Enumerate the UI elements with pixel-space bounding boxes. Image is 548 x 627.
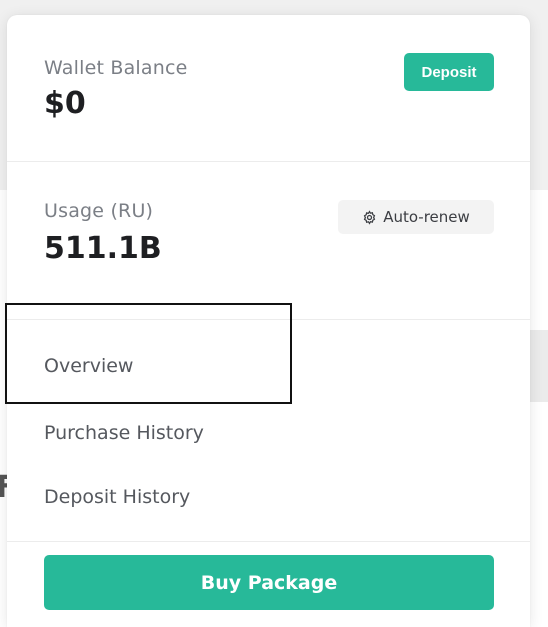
gear-icon bbox=[362, 209, 377, 225]
menu-item-purchase-history[interactable]: Purchase History bbox=[44, 422, 204, 444]
page: F Wallet Balance $0 Deposit Usage (RU) 5… bbox=[0, 0, 548, 627]
usage-label: Usage (RU) bbox=[44, 200, 154, 222]
auto-renew-button[interactable]: Auto-renew bbox=[338, 200, 494, 234]
wallet-balance-section: Wallet Balance $0 Deposit bbox=[7, 15, 530, 162]
usage-section: Usage (RU) 511.1B Auto-renew bbox=[7, 162, 530, 320]
menu-item-deposit-history[interactable]: Deposit History bbox=[44, 486, 190, 508]
wallet-nav-menu: Overview Purchase History Deposit Histor… bbox=[7, 320, 530, 542]
wallet-balance-value: $0 bbox=[44, 86, 86, 121]
wallet-dropdown: Wallet Balance $0 Deposit Usage (RU) 511… bbox=[7, 15, 530, 627]
auto-renew-label: Auto-renew bbox=[383, 208, 470, 226]
deposit-button[interactable]: Deposit bbox=[404, 53, 494, 91]
menu-item-overview[interactable]: Overview bbox=[44, 355, 133, 377]
usage-value: 511.1B bbox=[44, 231, 162, 266]
buy-package-button[interactable]: Buy Package bbox=[44, 555, 494, 610]
wallet-balance-label: Wallet Balance bbox=[44, 57, 188, 79]
